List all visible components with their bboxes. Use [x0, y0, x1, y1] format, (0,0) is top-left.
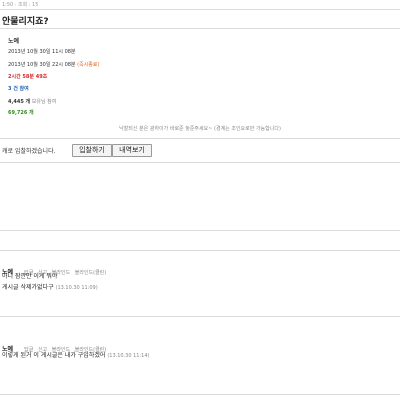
comment-timestamp: (13.10.30 11:09): [55, 285, 98, 291]
end-time-row: 2013년 10월 30일 22시 08분 (즉시종료): [8, 61, 99, 68]
join-text: 캐로 입찰하겠습니다.: [2, 148, 56, 155]
bid-button[interactable]: 입찰하기: [72, 144, 112, 157]
divider: [0, 250, 400, 251]
auction-info-box: 노예 2013년 10월 30일 11시 08분 2013년 10월 30일 2…: [0, 28, 400, 138]
bid-count-row: 4,445 개 보유님 참여: [8, 98, 56, 105]
author-name: 노예: [8, 38, 20, 45]
divider: [0, 230, 400, 231]
divider: [0, 138, 400, 139]
history-button[interactable]: 내역보기: [112, 144, 152, 157]
comment-text: 이렇게 된거 이 게시글은 내가 구입하겠어: [2, 352, 106, 359]
divider: [0, 316, 400, 317]
comment-text-row: 이렇게 된거 이 게시글은 내가 구입하겠어 (13.10.30 11:14): [2, 350, 149, 359]
divider: [0, 394, 400, 395]
points-total: 69,726 개: [8, 110, 34, 116]
comment-text-row: 게시글 삭제가없다구 (13.10.30 11:09): [2, 282, 98, 291]
end-time: 2013년 10월 30일 22시 08분: [8, 62, 76, 68]
participants-count: 3 건 참여: [8, 86, 29, 92]
divider: [0, 9, 400, 10]
bid-count: 4,445 개: [8, 99, 31, 105]
bid-count-suffix: 보유님 참여: [31, 99, 57, 105]
remaining-time: 2시간 58분 49초: [8, 74, 48, 80]
post-meta: 1:50 · 조회 : 15: [2, 2, 39, 8]
instant-end-badge: (즉시종료): [77, 62, 100, 68]
divider: [0, 162, 400, 163]
start-time: 2013년 10월 30일 11시 08분: [8, 49, 76, 55]
notice-text: 낙찰되신 분은 광하이가 바로준 놓준주세요~ (경계는 조인요로만 가능합니다…: [119, 126, 281, 132]
comment-text: 게시글 삭제가없다구: [2, 284, 54, 291]
post-title: 안물리지죠?: [2, 17, 49, 27]
blind-clean-link[interactable]: 블라인드(클린): [75, 270, 107, 276]
comment-timestamp: (13.10.30 11:14): [107, 353, 150, 359]
comment-text: 아니 잠깐만 이게 뭐야: [2, 273, 58, 280]
